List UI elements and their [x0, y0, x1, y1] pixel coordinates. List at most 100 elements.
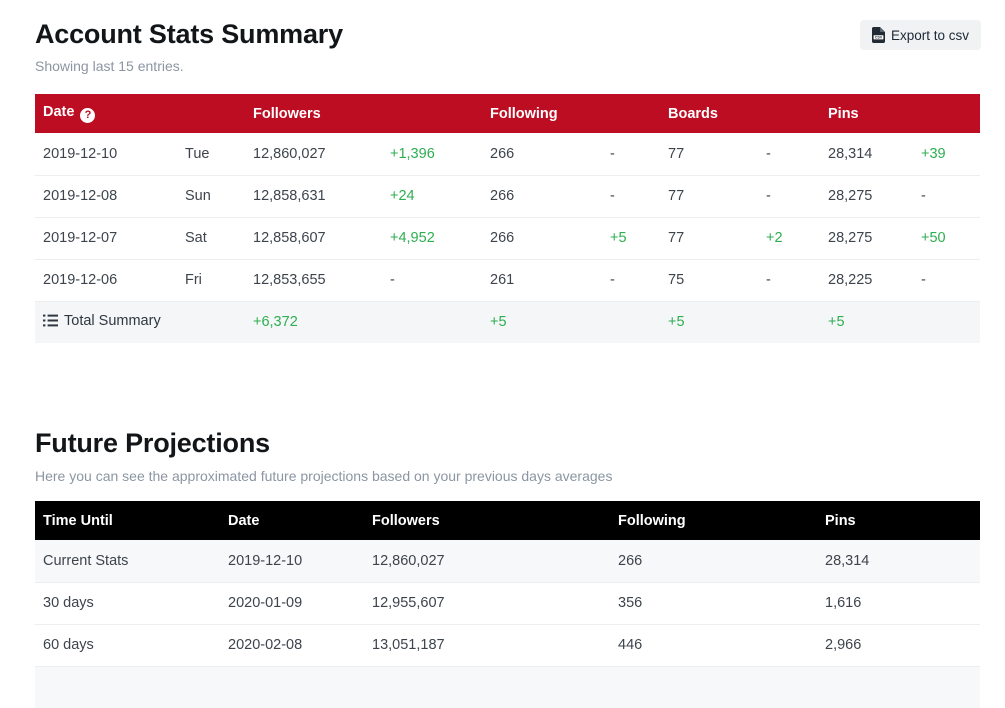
table-row: 2019-12-07 Sat 12,858,607 +4,952 266 +5 …: [35, 217, 980, 259]
date-cell: 2019-12-10: [35, 133, 177, 175]
following-delta-cell: -: [602, 133, 660, 175]
future-projections-header-row: Time Until Date Followers Following Pins: [35, 501, 980, 540]
following-delta-cell: -: [602, 175, 660, 217]
svg-text:CSV: CSV: [875, 36, 883, 40]
day-cell: Sun: [177, 175, 245, 217]
pins-cell: 28,314: [820, 133, 913, 175]
column-header-date: Date?: [35, 94, 245, 133]
boards-cell: 75: [660, 259, 758, 301]
table-row: 2019-12-08 Sun 12,858,631 +24 266 - 77 -…: [35, 175, 980, 217]
future-projections-section: Future Projections Here you can see the …: [35, 427, 1005, 708]
total-followers-cell: +6,372: [245, 301, 382, 343]
account-stats-table: Date? Followers Following Boards Pins 20…: [35, 94, 980, 343]
following-delta-cell: -: [602, 259, 660, 301]
account-stats-header: Date? Followers Following Boards Pins: [35, 94, 980, 133]
empty-cell: [35, 666, 980, 708]
export-csv-button[interactable]: CSV Export to csv: [860, 20, 981, 50]
future-projections-title: Future Projections: [35, 427, 1005, 459]
column-header-date-label: Date: [43, 104, 74, 120]
date-cell: 2019-12-10: [220, 540, 364, 582]
pins-delta-cell: +50: [913, 217, 980, 259]
pins-cell: 28,225: [820, 259, 913, 301]
followers-cell: 12,955,607: [364, 582, 610, 624]
column-header-followers: Followers: [364, 501, 610, 540]
column-header-pins: Pins: [817, 501, 980, 540]
pins-delta-cell: -: [913, 259, 980, 301]
page: CSV Export to csv Account Stats Summary …: [0, 0, 1005, 708]
following-cell: 266: [482, 217, 602, 259]
empty-cell: [913, 301, 980, 343]
followers-delta-cell: +1,396: [382, 133, 482, 175]
account-stats-section: Account Stats Summary Showing last 15 en…: [35, 18, 1005, 343]
column-header-following: Following: [610, 501, 817, 540]
table-row-clipped: [35, 666, 980, 708]
total-summary-row: Total Summary +6,372 +5 +5 +5: [35, 301, 980, 343]
table-row: Current Stats 2019-12-10 12,860,027 266 …: [35, 540, 980, 582]
future-projections-header: Time Until Date Followers Following Pins: [35, 501, 980, 540]
followers-delta-cell: +24: [382, 175, 482, 217]
pins-cell: 2,966: [817, 624, 980, 666]
followers-delta-cell: -: [382, 259, 482, 301]
following-cell: 356: [610, 582, 817, 624]
following-cell: 266: [482, 175, 602, 217]
file-csv-icon: CSV: [872, 27, 885, 43]
future-projections-table: Time Until Date Followers Following Pins…: [35, 501, 980, 708]
boards-cell: 77: [660, 217, 758, 259]
day-cell: Sat: [177, 217, 245, 259]
following-cell: 266: [610, 540, 817, 582]
boards-delta-cell: -: [758, 175, 820, 217]
pins-cell: 28,314: [817, 540, 980, 582]
export-csv-label: Export to csv: [891, 28, 969, 43]
date-cell: 2019-12-08: [35, 175, 177, 217]
table-row: 2019-12-06 Fri 12,853,655 - 261 - 75 - 2…: [35, 259, 980, 301]
pins-delta-cell: +39: [913, 133, 980, 175]
future-projections-subtitle: Here you can see the approximated future…: [35, 467, 1005, 485]
total-following-cell: +5: [482, 301, 602, 343]
table-row: 30 days 2020-01-09 12,955,607 356 1,616: [35, 582, 980, 624]
boards-delta-cell: -: [758, 259, 820, 301]
day-cell: Tue: [177, 133, 245, 175]
day-cell: Fri: [177, 259, 245, 301]
account-stats-header-row: Date? Followers Following Boards Pins: [35, 94, 980, 133]
pins-cell: 28,275: [820, 217, 913, 259]
following-delta-cell: +5: [602, 217, 660, 259]
pins-delta-cell: -: [913, 175, 980, 217]
followers-delta-cell: +4,952: [382, 217, 482, 259]
column-header-pins: Pins: [820, 94, 980, 133]
empty-cell: [382, 301, 482, 343]
date-cell: 2019-12-07: [35, 217, 177, 259]
column-header-followers: Followers: [245, 94, 482, 133]
total-boards-cell: +5: [660, 301, 758, 343]
boards-cell: 77: [660, 133, 758, 175]
followers-cell: 12,860,027: [245, 133, 382, 175]
followers-cell: 12,858,631: [245, 175, 382, 217]
date-cell: 2020-02-08: [220, 624, 364, 666]
date-cell: 2019-12-06: [35, 259, 177, 301]
followers-cell: 12,858,607: [245, 217, 382, 259]
time-until-cell: 60 days: [35, 624, 220, 666]
following-cell: 261: [482, 259, 602, 301]
table-row: 60 days 2020-02-08 13,051,187 446 2,966: [35, 624, 980, 666]
time-until-cell: Current Stats: [35, 540, 220, 582]
total-summary-label: Total Summary: [64, 313, 161, 329]
following-cell: 446: [610, 624, 817, 666]
followers-cell: 12,853,655: [245, 259, 382, 301]
boards-delta-cell: +2: [758, 217, 820, 259]
followers-cell: 12,860,027: [364, 540, 610, 582]
followers-cell: 13,051,187: [364, 624, 610, 666]
ordered-list-icon: [43, 314, 58, 331]
following-cell: 266: [482, 133, 602, 175]
column-header-following: Following: [482, 94, 660, 133]
column-header-boards: Boards: [660, 94, 820, 133]
column-header-time-until: Time Until: [35, 501, 220, 540]
column-header-date: Date: [220, 501, 364, 540]
empty-cell: [602, 301, 660, 343]
total-pins-cell: +5: [820, 301, 913, 343]
boards-delta-cell: -: [758, 133, 820, 175]
time-until-cell: 30 days: [35, 582, 220, 624]
boards-cell: 77: [660, 175, 758, 217]
table-row: 2019-12-10 Tue 12,860,027 +1,396 266 - 7…: [35, 133, 980, 175]
account-stats-subtitle: Showing last 15 entries.: [35, 57, 1005, 75]
help-icon[interactable]: ?: [80, 108, 95, 123]
empty-cell: [758, 301, 820, 343]
